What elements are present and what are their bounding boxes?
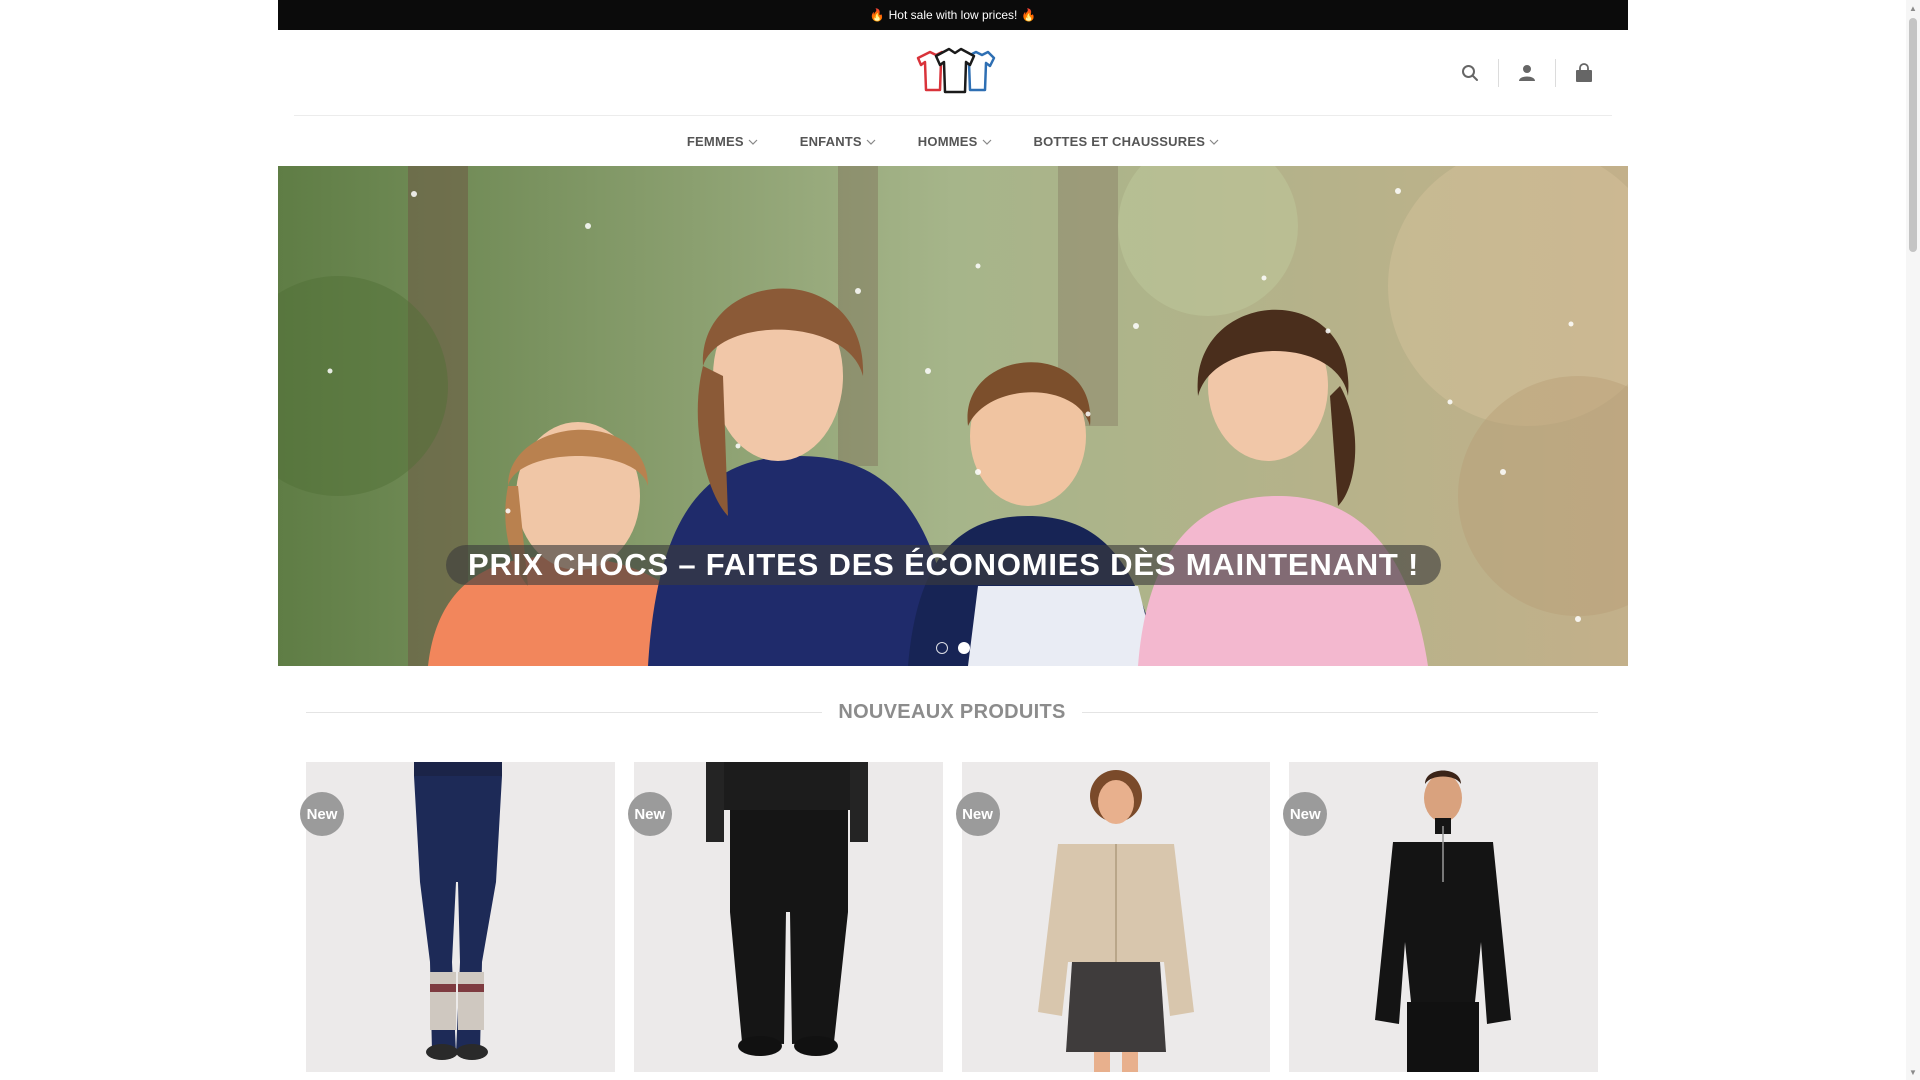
- nav-item-hommes[interactable]: HOMMES: [918, 134, 992, 149]
- hero-caption: PRIX CHOCS – FAITES DES ÉCONOMIES DÈS MA…: [446, 545, 1442, 585]
- section-title: NOUVEAUX PRODUITS: [838, 700, 1066, 723]
- account-button[interactable]: [1499, 56, 1555, 90]
- chevron-down-icon: [982, 139, 991, 145]
- page-scrollbar[interactable]: ▲ ▼: [1906, 0, 1920, 1080]
- nav-item-bottes-et-chaussures[interactable]: BOTTES ET CHAUSSURES: [1034, 134, 1220, 149]
- nav-label: BOTTES ET CHAUSSURES: [1033, 133, 1206, 149]
- search-button[interactable]: [1442, 56, 1498, 90]
- new-badge: New: [1283, 792, 1328, 836]
- chevron-down-icon: [1209, 139, 1219, 145]
- new-badge: New: [627, 792, 672, 836]
- header-actions: [1442, 56, 1612, 90]
- divider-line: [306, 711, 823, 713]
- product-card[interactable]: New: [1283, 762, 1598, 1072]
- user-icon: [1519, 65, 1535, 81]
- slider-dot[interactable]: [936, 642, 948, 654]
- scroll-down-icon[interactable]: ▼: [1908, 1067, 1918, 1077]
- product-image: [1037, 770, 1194, 1072]
- product-grid: New New New New: [300, 762, 1598, 1072]
- nav-label: FEMMES: [686, 133, 744, 149]
- section-header: NOUVEAUX PRODUITS: [306, 696, 1599, 728]
- chevron-down-icon: [866, 139, 876, 145]
- announcement-text: Hot sale with low prices!: [888, 8, 1018, 22]
- product-card[interactable]: New: [300, 762, 615, 1072]
- cart-button[interactable]: [1556, 56, 1612, 90]
- nav-item-femmes[interactable]: FEMMES: [687, 134, 758, 149]
- site-header: [278, 30, 1628, 116]
- product-image: [414, 762, 502, 1060]
- scroll-thumb[interactable]: [1909, 18, 1917, 252]
- hero-image: [278, 166, 1628, 666]
- divider-line: [1081, 711, 1599, 713]
- nav-item-enfants[interactable]: ENFANTS: [800, 134, 876, 149]
- flame-icon: 🔥: [869, 8, 885, 22]
- t-shirts-logo[interactable]: [912, 46, 998, 96]
- new-badge: New: [955, 792, 1000, 836]
- main-nav: FEMMES ENFANTS HOMMES BOTTES ET CHAUSSUR…: [278, 116, 1628, 166]
- page: 🔥 Hot sale with low prices! 🔥 FEMMES ENF…: [0, 0, 1920, 1080]
- scroll-up-icon[interactable]: ▲: [1908, 3, 1918, 13]
- shopping-bag-icon: [1576, 63, 1592, 82]
- slider-dot-active[interactable]: [958, 642, 970, 654]
- product-card[interactable]: New: [955, 762, 1271, 1072]
- nav-label: ENFANTS: [799, 133, 862, 149]
- hero-slider[interactable]: PRIX CHOCS – FAITES DES ÉCONOMIES DÈS MA…: [278, 166, 1628, 666]
- product-card[interactable]: New: [627, 762, 943, 1072]
- announcement-bar: 🔥 Hot sale with low prices! 🔥: [278, 0, 1628, 30]
- new-badge: New: [300, 792, 344, 836]
- product-image: [1375, 770, 1512, 1072]
- slider-dots: [936, 642, 970, 654]
- search-icon: [1462, 65, 1478, 81]
- product-image: [705, 762, 868, 1056]
- flame-icon: 🔥: [1021, 8, 1037, 22]
- chevron-down-icon: [748, 139, 758, 145]
- nav-label: HOMMES: [917, 133, 978, 149]
